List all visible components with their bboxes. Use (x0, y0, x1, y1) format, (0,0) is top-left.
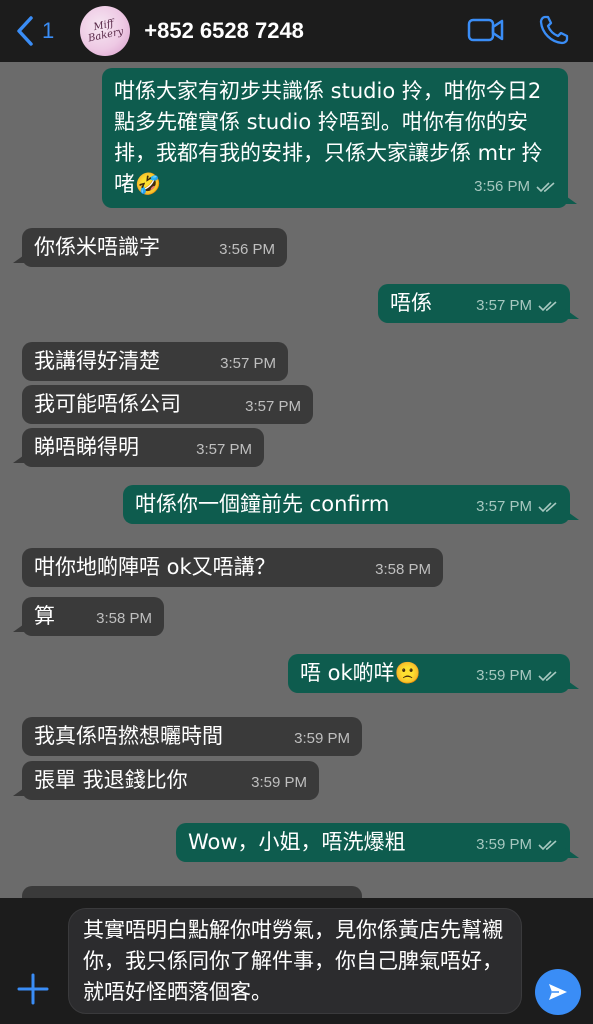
message-time: 3:58 PM (375, 561, 431, 578)
video-camera-icon[interactable] (467, 14, 505, 46)
message-input[interactable]: 其實唔明白點解你咁勞氣，見你係黃店先幫襯你，我只係同你了解件事，你自己脾氣唔好，… (68, 908, 522, 1014)
message-text: 唔係 (390, 291, 432, 315)
message-time: 3:57 PM (476, 297, 532, 314)
message-time: 3:57 PM (245, 398, 301, 415)
message-time: 3:59 PM (294, 730, 350, 747)
message-time: 3:59 PM (251, 774, 307, 791)
chevron-left-icon (17, 16, 33, 46)
message-time: 3:57 PM (220, 355, 276, 372)
message-text: 你係米唔識字 (34, 235, 160, 259)
contact-name[interactable]: +852 6528 7248 (144, 18, 304, 44)
message-time: 3:59 PM (476, 667, 532, 684)
message-bubble-incoming[interactable]: 算 3:58 PM (13, 597, 164, 636)
message-text: 我可能唔係公司 (34, 392, 181, 416)
avatar[interactable]: Miff Bakery (80, 6, 131, 56)
unread-count: 1 (42, 18, 55, 43)
message-bubble-outgoing[interactable]: 唔係 3:57 PM (378, 284, 579, 323)
double-check-icon (538, 840, 557, 851)
message-bubble-incoming[interactable]: 睇唔睇得明 3:57 PM (13, 428, 264, 467)
message-bubble-incoming[interactable]: 咁你地啲陣唔 ok又唔講？ 3:58 PM (22, 548, 443, 587)
message-text: 我真係唔撚想曬時間 (34, 724, 223, 748)
message-text: 睇唔睇得明 (34, 435, 139, 459)
message-bubble-incoming[interactable]: 你係米唔識字 3:56 PM (13, 228, 287, 267)
double-check-icon (538, 502, 557, 513)
message-bubble-outgoing[interactable]: 咁係大家有初步共識係 studio 拎，咁你今日2點多先確實係 studio 拎… (102, 68, 577, 208)
phone-icon[interactable] (535, 14, 573, 46)
message-bubble-incoming[interactable]: 我真係唔撚想曬時間 3:59 PM (22, 717, 362, 756)
avatar-logo: Miff Bakery (87, 18, 125, 45)
message-time: 3:57 PM (196, 441, 252, 458)
message-list[interactable]: 咁係大家有初步共識係 studio 拎，咁你今日2點多先確實係 studio 拎… (0, 62, 593, 898)
message-bubble-incoming[interactable]: 張單 我退錢比你 3:59 PM (13, 761, 319, 800)
message-text: 咁你地啲陣唔 ok又唔講？ (34, 555, 276, 579)
message-text: 張單 我退錢比你 (34, 768, 188, 792)
double-check-icon (538, 671, 557, 682)
message-text: 我講得好清楚 (34, 349, 160, 373)
message-bubble-incoming[interactable]: 我可能唔係公司 3:57 PM (22, 385, 313, 424)
message-text: 算 (34, 604, 55, 628)
chat-header: 1 Miff Bakery +852 6528 7248 (0, 0, 593, 62)
send-icon (549, 984, 567, 1000)
plus-icon[interactable] (16, 972, 50, 1006)
send-button[interactable] (535, 969, 581, 1015)
back-button[interactable]: 1 (14, 15, 54, 47)
message-bubble-incoming-partial[interactable] (22, 886, 362, 898)
message-bubble-outgoing[interactable]: 唔 ok啲咩🙁 3:59 PM (288, 654, 579, 693)
message-time: 3:58 PM (96, 610, 152, 627)
double-check-icon (538, 301, 557, 312)
message-bubble-outgoing[interactable]: Wow，小姐，唔洗爆粗 3:59 PM (176, 823, 579, 862)
message-time: 3:57 PM (476, 498, 532, 515)
message-time: 3:56 PM (219, 241, 275, 258)
message-text: 唔 ok啲咩🙁 (300, 661, 421, 685)
message-bubble-incoming[interactable]: 我講得好清楚 3:57 PM (22, 342, 288, 381)
message-time: 3:56 PM (474, 178, 530, 195)
message-bubble-outgoing[interactable]: 咁係你一個鐘前先 confirm 3:57 PM (123, 485, 579, 524)
message-text: 咁係你一個鐘前先 confirm (135, 492, 390, 516)
message-text: Wow，小姐，唔洗爆粗 (188, 830, 406, 854)
double-check-icon (536, 182, 555, 193)
message-time: 3:59 PM (476, 836, 532, 853)
